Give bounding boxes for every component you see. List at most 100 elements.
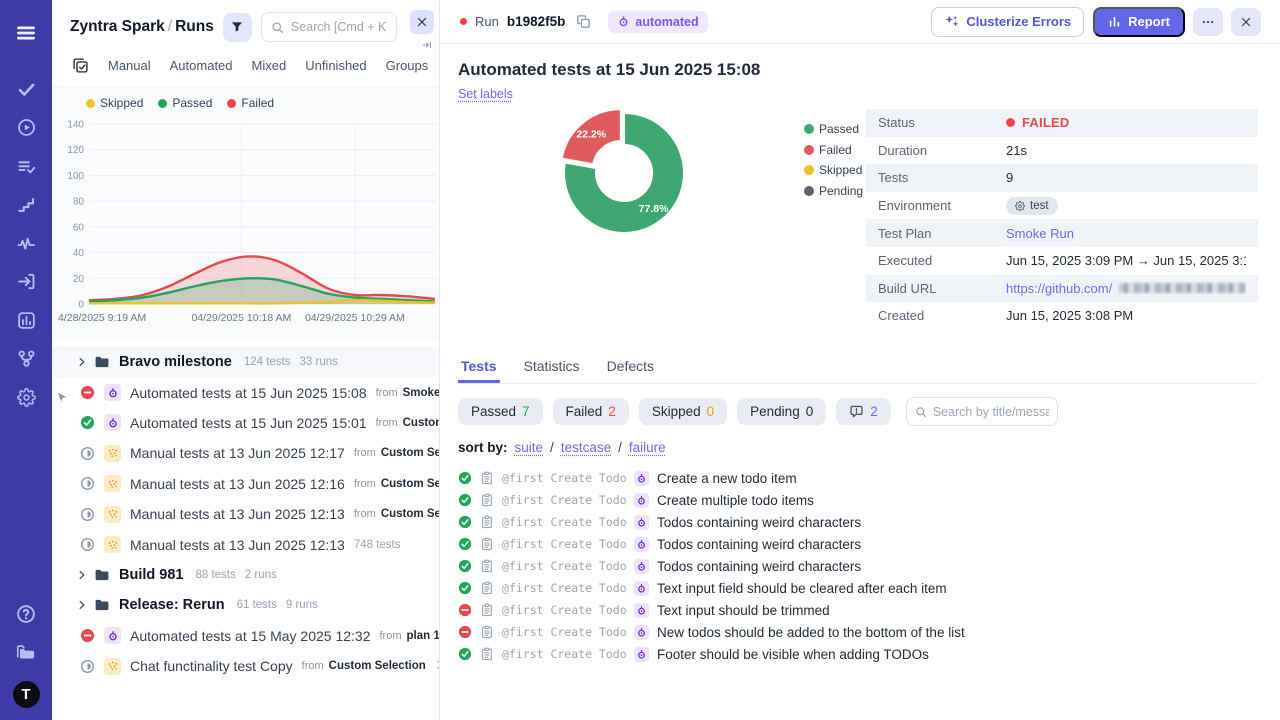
clipboard-icon xyxy=(480,559,494,573)
set-labels-link[interactable]: Set labels xyxy=(458,87,513,101)
automated-badge[interactable]: automated xyxy=(608,11,707,33)
svg-text:4/28/2025 9:19 AM: 4/28/2025 9:19 AM xyxy=(58,312,146,324)
runs-search-input[interactable] xyxy=(291,20,387,34)
left-tab-mixed[interactable]: Mixed xyxy=(252,58,287,73)
test-title: Todos containing weird characters xyxy=(657,559,861,574)
tab-tests[interactable]: Tests xyxy=(458,358,500,383)
clusterize-errors-button[interactable]: Clusterize Errors xyxy=(931,7,1084,37)
sidebar-menu-button[interactable] xyxy=(8,15,44,51)
copy-icon[interactable] xyxy=(576,14,591,29)
filter-chip-passed[interactable]: Passed7 xyxy=(458,398,543,425)
test-row[interactable]: @first Create Todos…Footer should be vis… xyxy=(458,643,1258,665)
sidebar-list-check-button[interactable] xyxy=(8,148,44,184)
status-progress-icon xyxy=(80,537,95,552)
more-options-button[interactable] xyxy=(1193,8,1223,36)
tab-statistics[interactable]: Statistics xyxy=(521,358,583,383)
test-row[interactable]: @first Create Todos…Text input should be… xyxy=(458,599,1258,621)
select-all-icon[interactable] xyxy=(72,57,89,74)
test-row[interactable]: @first Create Todos…Todos containing wei… xyxy=(458,511,1258,533)
sort-separator: / xyxy=(550,440,554,455)
test-row[interactable]: @first Create Todos…Todos containing wei… xyxy=(458,555,1258,577)
run-row[interactable]: Manual tests at 13 Jun 2025 12:16fromCus… xyxy=(52,469,439,499)
build-url-link[interactable]: https://github.com/ xyxy=(1006,281,1112,296)
test-row[interactable]: @first Create Todos…Todos containing wei… xyxy=(458,533,1258,555)
sidebar-steps-button[interactable] xyxy=(8,187,44,223)
sidebar-check-button[interactable] xyxy=(8,71,44,107)
chevron-right-icon[interactable] xyxy=(76,569,88,581)
sidebar-import-button[interactable] xyxy=(8,264,44,300)
runs-search-box[interactable] xyxy=(261,12,397,42)
run-plan-name: Custom Selection xyxy=(381,508,439,520)
panel-close-button[interactable] xyxy=(410,10,434,34)
environment-badge[interactable]: test xyxy=(1006,197,1058,215)
sort-by-testcase[interactable]: testcase xyxy=(561,440,611,455)
robot-icon xyxy=(104,384,121,401)
left-tab-unfinished[interactable]: Unfinished xyxy=(305,58,366,73)
runs-folder-row[interactable]: Release: Rerun61 tests9 runs xyxy=(52,590,439,620)
status-failed-icon xyxy=(458,603,472,617)
filter-chip-pending[interactable]: Pending0 xyxy=(737,398,826,425)
svg-text:22.2%: 22.2% xyxy=(576,128,606,140)
chevron-right-icon[interactable] xyxy=(76,356,88,368)
report-button[interactable]: Report xyxy=(1093,7,1185,37)
test-row[interactable]: @first Create Todos…New todos should be … xyxy=(458,621,1258,643)
detail-row-duration: Duration21s xyxy=(866,137,1258,165)
sidebar-branch-button[interactable] xyxy=(8,341,44,377)
run-row-title: Automated tests at 15 May 2025 12:32 xyxy=(130,628,371,644)
left-tab-groups[interactable]: Groups xyxy=(386,58,429,73)
filter-chip-comments[interactable]: 2 xyxy=(836,398,891,425)
filter-chip-failed[interactable]: Failed2 xyxy=(553,398,629,425)
test-plan-link[interactable]: Smoke Run xyxy=(1006,226,1074,241)
sidebar-gear-button[interactable] xyxy=(8,379,44,415)
filter-button[interactable] xyxy=(223,13,252,42)
left-tab-automated[interactable]: Automated xyxy=(170,58,233,73)
robot-icon xyxy=(634,515,649,530)
folder-name: Build 981 xyxy=(119,567,183,583)
folder-icon xyxy=(94,597,110,613)
run-row[interactable]: Automated tests at 15 May 2025 12:32from… xyxy=(52,621,439,651)
close-run-button[interactable] xyxy=(1231,8,1261,36)
breadcrumb-project[interactable]: Zyntra Spark xyxy=(70,18,165,35)
test-row[interactable]: @first Create Todos…Create a new todo it… xyxy=(458,467,1258,489)
run-row[interactable]: Manual tests at 13 Jun 2025 12:13748 tes… xyxy=(52,529,439,559)
run-row[interactable]: Automated tests at 15 Jun 2025 15:01from… xyxy=(52,408,439,438)
left-tab-manual[interactable]: Manual xyxy=(108,58,151,73)
detail-value: 21s xyxy=(1006,143,1027,158)
sort-by-suite[interactable]: suite xyxy=(515,440,544,455)
sidebar-folders-button[interactable] xyxy=(8,635,44,671)
sidebar-bar-chart-button[interactable] xyxy=(8,302,44,338)
runs-folder-row[interactable]: Bravo milestone124 tests33 runs xyxy=(52,347,439,377)
run-row[interactable]: Manual tests at 13 Jun 2025 12:13fromCus… xyxy=(52,499,439,529)
test-suite: @first Create Todos… xyxy=(502,515,626,529)
filter-chip-skipped[interactable]: Skipped0 xyxy=(639,398,727,425)
panel-dock-button[interactable] xyxy=(422,37,432,55)
robot-icon xyxy=(634,559,649,574)
runs-folder-row[interactable]: Build 98188 tests2 runs xyxy=(52,560,439,590)
run-row[interactable]: Manual tests at 13 Jun 2025 12:17fromCus… xyxy=(52,438,439,468)
status-progress-icon xyxy=(80,476,95,491)
donut-legend-failed: Failed xyxy=(804,143,863,157)
test-suite: @first Create Todos… xyxy=(502,581,626,595)
run-row[interactable]: Chat functinality test CopyfromCustom Se… xyxy=(52,651,439,681)
test-title: Footer should be visible when adding TOD… xyxy=(657,647,929,662)
test-suite: @first Create Todos… xyxy=(502,471,626,485)
sidebar-help-button[interactable] xyxy=(8,596,44,632)
test-title: Todos containing weird characters xyxy=(657,537,861,552)
sidebar-activity-button[interactable] xyxy=(8,225,44,261)
status-passed-icon xyxy=(458,581,472,595)
test-row[interactable]: @first Create Todos…Create multiple todo… xyxy=(458,489,1258,511)
app-logo[interactable]: T xyxy=(13,681,40,708)
legend-label: Passed xyxy=(819,122,859,136)
status-progress-icon xyxy=(80,446,95,461)
tests-search-box[interactable] xyxy=(906,397,1058,426)
tests-search-input[interactable] xyxy=(933,405,1049,419)
sort-by-failure[interactable]: failure xyxy=(629,440,666,455)
test-row[interactable]: @first Create Todos…Text input field sho… xyxy=(458,577,1258,599)
tab-defects[interactable]: Defects xyxy=(604,358,657,383)
detail-value: Smoke Run xyxy=(1006,226,1074,241)
chevron-right-icon[interactable] xyxy=(76,599,88,611)
run-label: Run xyxy=(475,14,499,29)
from-label: from xyxy=(376,417,398,429)
run-row[interactable]: Automated tests at 15 Jun 2025 15:08from… xyxy=(52,377,439,407)
sidebar-play-circle-button[interactable] xyxy=(8,110,44,146)
